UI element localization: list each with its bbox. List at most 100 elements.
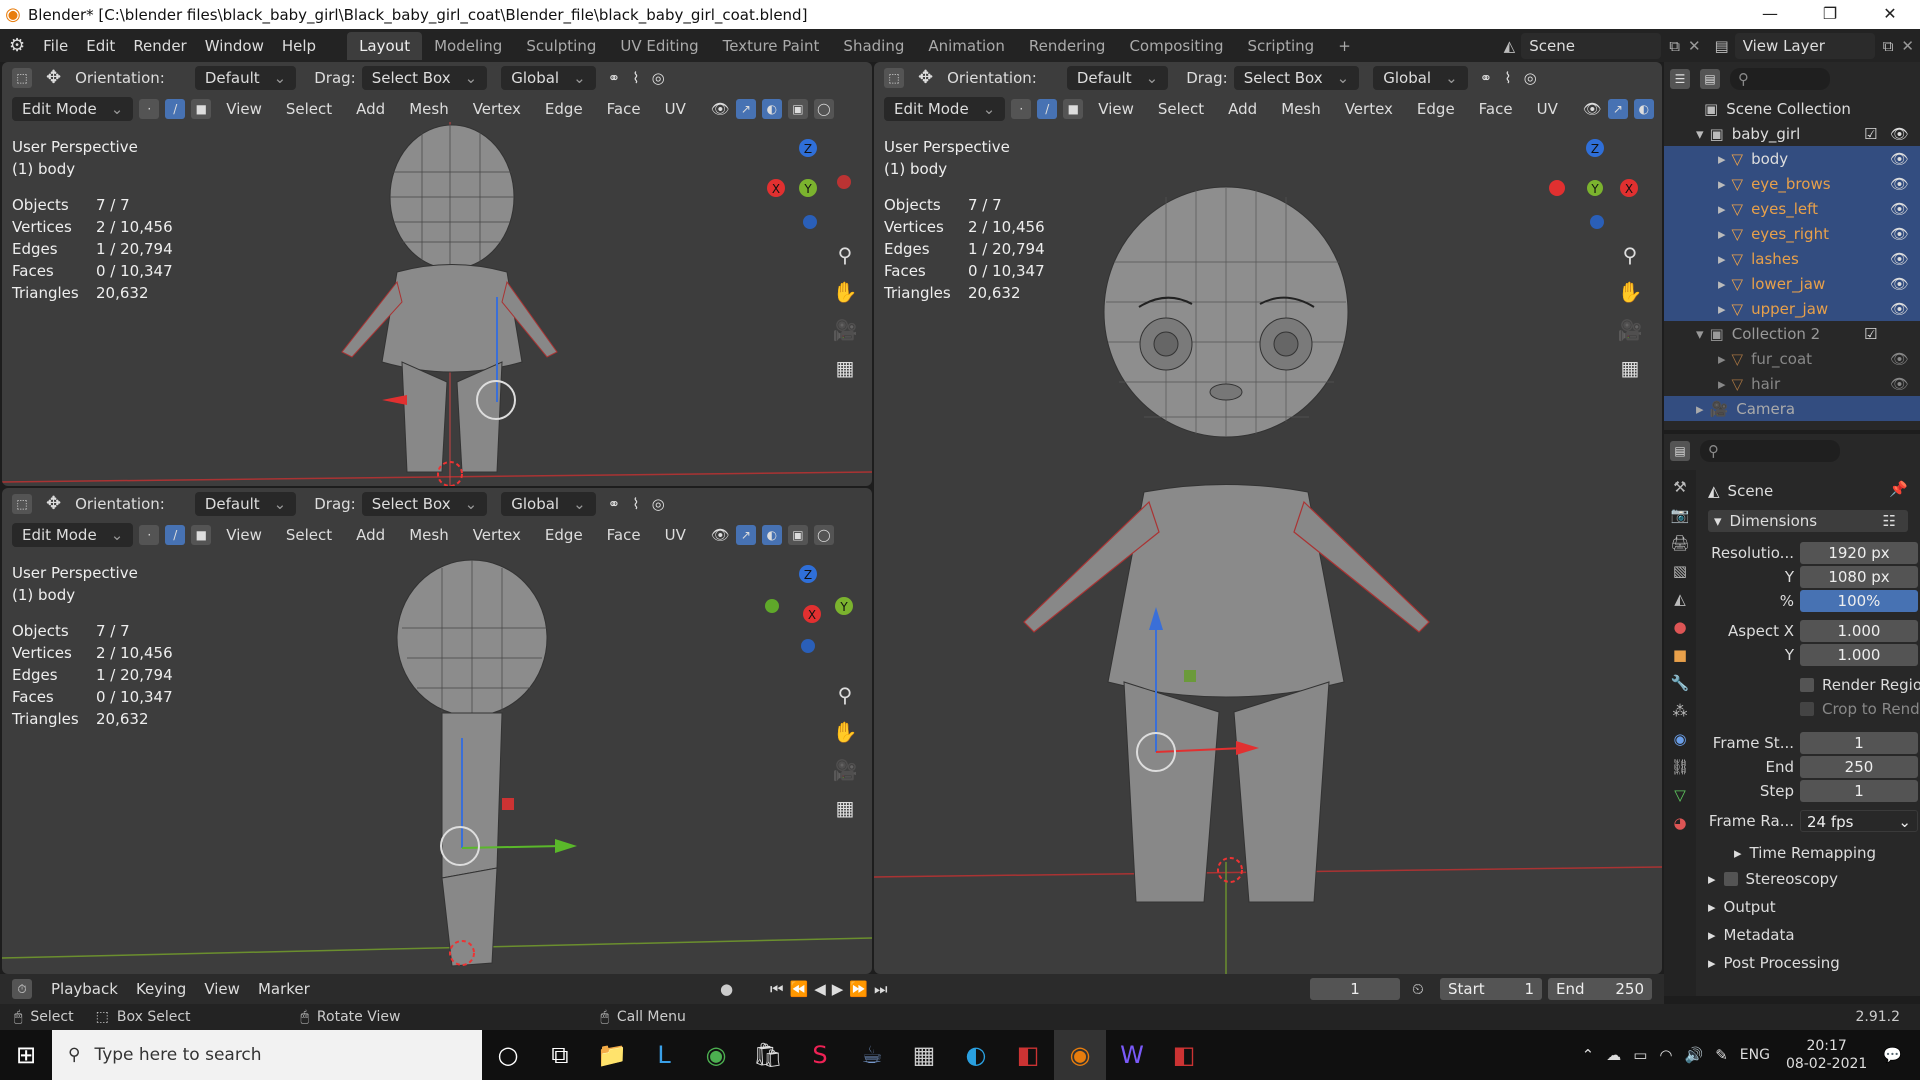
outliner-row-eye-brows[interactable]: ▸ ▽ eye_brows 👁 xyxy=(1664,171,1920,196)
properties-search-icon[interactable]: ⚲ xyxy=(1700,440,1840,462)
camera-view-icon[interactable]: 🎥 xyxy=(831,756,859,784)
outliner-row-collection-2[interactable]: ▾ ▣ Collection 2 ☑ xyxy=(1664,321,1920,346)
app-s-icon[interactable]: S xyxy=(794,1030,846,1080)
menu-edit[interactable]: Edit xyxy=(77,37,124,55)
menu-view[interactable]: View xyxy=(217,100,271,118)
disclosure-icon[interactable]: ▸ xyxy=(1718,200,1726,218)
disclosure-icon[interactable]: ▾ xyxy=(1696,325,1704,343)
xray-icon[interactable]: ▣ xyxy=(787,98,808,119)
checkbox-icon[interactable]: ☑ xyxy=(1864,325,1877,343)
tab-modeling[interactable]: Modeling xyxy=(422,32,514,60)
tab-layout[interactable]: Layout xyxy=(347,31,423,60)
zoom-icon[interactable]: ⚲ xyxy=(1616,241,1644,269)
timeline-keying-menu[interactable]: Keying xyxy=(127,980,195,998)
record-icon[interactable]: ● xyxy=(720,980,733,998)
menu-uv[interactable]: UV xyxy=(1528,100,1567,118)
menu-select[interactable]: Select xyxy=(277,526,341,544)
jump-start-icon[interactable]: ⏮ xyxy=(770,980,784,998)
windows-start-icon[interactable]: ⊞ xyxy=(0,1030,52,1080)
output-tab-icon[interactable]: 🖨 xyxy=(1670,534,1689,552)
store-icon[interactable]: 🛍 xyxy=(742,1030,794,1080)
constraints-tab-icon[interactable]: ⛓ xyxy=(1670,758,1689,776)
aspect-y-field[interactable]: 1.000 xyxy=(1800,644,1918,666)
frame-end-field[interactable]: 250 xyxy=(1800,756,1918,778)
ortho-grid-icon[interactable]: ▦ xyxy=(831,794,859,822)
wireframe-shading-icon[interactable]: ◯ xyxy=(813,98,834,119)
eye-icon[interactable]: 👁 xyxy=(1890,125,1909,143)
disclosure-icon[interactable]: ▸ xyxy=(1718,300,1726,318)
notifications-icon[interactable]: 💬 xyxy=(1883,1046,1902,1064)
resolution-y-field[interactable]: 1080 px xyxy=(1800,566,1918,588)
transform-orientation-dropdown[interactable]: Global ⌄ xyxy=(501,65,596,90)
aspect-x-field[interactable]: 1.000 xyxy=(1800,620,1918,642)
zoom-icon[interactable]: ⚲ xyxy=(831,241,859,269)
transform-orientation-dropdown[interactable]: Global ⌄ xyxy=(501,491,596,516)
menu-face[interactable]: Face xyxy=(1470,100,1522,118)
menu-uv[interactable]: UV xyxy=(656,526,695,544)
overlay-toggle-icon[interactable]: ◐ xyxy=(761,524,782,545)
start-frame-field[interactable]: Start 1 xyxy=(1440,978,1542,1000)
menu-vertex[interactable]: Vertex xyxy=(464,100,530,118)
outliner-editor-type-icon[interactable]: ☰ xyxy=(1670,69,1690,89)
navigation-gizmo[interactable]: Z Y X xyxy=(752,132,862,232)
outliner-row-body[interactable]: ▸ ▽ body 👁 xyxy=(1664,146,1920,171)
frame-rate-dropdown[interactable]: 24 fps ⌄ xyxy=(1800,810,1918,832)
vertex-select-icon[interactable]: · xyxy=(139,524,160,545)
eye-icon[interactable]: 👁 xyxy=(1890,150,1909,168)
timeline-playback-menu[interactable]: Playback xyxy=(42,980,127,998)
view-layer-icon[interactable]: ▤ xyxy=(1715,37,1729,55)
move-tool-icon[interactable]: ✥ xyxy=(46,67,61,88)
drag-dropdown[interactable]: Select Box ⌄ xyxy=(361,65,488,90)
pan-hand-icon[interactable]: ✋ xyxy=(831,718,859,746)
crop-checkbox[interactable]: Crop to Rend... xyxy=(1800,698,1920,720)
overlay-toggle-icon[interactable]: ◐ xyxy=(761,98,782,119)
outliner-row-hair[interactable]: ▸ ▽ hair 👁 xyxy=(1664,371,1920,396)
snap-icon[interactable]: ⌇ xyxy=(632,69,639,87)
view-layer-new-icon[interactable]: ⧉ xyxy=(1883,37,1894,55)
face-select-icon[interactable]: ■ xyxy=(191,98,212,119)
menu-face[interactable]: Face xyxy=(598,526,650,544)
taskbar-search-box[interactable]: ⚲ Type here to search xyxy=(52,1030,482,1080)
pivot-icon[interactable]: ⚭ xyxy=(1480,69,1493,87)
taskbar-clock[interactable]: 20:17 08-02-2021 xyxy=(1786,1037,1867,1073)
play-icon[interactable]: ▶ xyxy=(832,980,844,998)
blender-taskbar-icon[interactable]: ◉ xyxy=(1054,1030,1106,1080)
visibility-icon[interactable]: 👁 xyxy=(711,100,730,118)
vertex-select-icon[interactable]: · xyxy=(1011,98,1032,119)
blender-menu-icon[interactable]: ⚙ xyxy=(0,35,34,56)
menu-mesh[interactable]: Mesh xyxy=(400,100,458,118)
checkbox-icon[interactable] xyxy=(1723,872,1738,886)
app-red-icon[interactable]: ◧ xyxy=(1002,1030,1054,1080)
scene-icon[interactable]: ◭ xyxy=(1504,37,1516,55)
play-reverse-icon[interactable]: ◀ xyxy=(814,980,826,998)
eye-icon[interactable]: 👁 xyxy=(1890,175,1909,193)
disclosure-icon[interactable]: ▸ xyxy=(1718,250,1726,268)
pin-icon[interactable]: 📌 xyxy=(1889,480,1908,498)
timeline-editor-type-icon[interactable]: ⏱ xyxy=(12,979,32,999)
move-tool-icon[interactable]: ✥ xyxy=(46,493,61,514)
zoom-icon[interactable]: ⚲ xyxy=(831,681,859,709)
chrome-icon[interactable]: ◉ xyxy=(690,1030,742,1080)
file-explorer-icon[interactable]: 📁 xyxy=(586,1030,638,1080)
tool-tab-icon[interactable]: ⚒ xyxy=(1673,478,1686,496)
tray-chevron-icon[interactable]: ⌃ xyxy=(1582,1046,1595,1064)
pan-hand-icon[interactable]: ✋ xyxy=(831,278,859,306)
current-frame-field[interactable]: 1 xyxy=(1310,978,1400,1000)
disclosure-icon[interactable]: ▸ xyxy=(1718,275,1726,293)
frame-step-field[interactable]: 1 xyxy=(1800,780,1918,802)
menu-select[interactable]: Select xyxy=(277,100,341,118)
outliner-row-lashes[interactable]: ▸ ▽ lashes 👁 xyxy=(1664,246,1920,271)
pan-hand-icon[interactable]: ✋ xyxy=(1616,278,1644,306)
preset-list-icon[interactable]: ☷ xyxy=(1883,512,1896,530)
volume-icon[interactable]: 🔊 xyxy=(1685,1046,1704,1064)
menu-help[interactable]: Help xyxy=(273,37,325,55)
menu-add[interactable]: Add xyxy=(1219,100,1266,118)
eye-icon[interactable]: 👁 xyxy=(1890,350,1909,368)
eye-icon[interactable]: 👁 xyxy=(1890,225,1909,243)
outliner-row-fur-coat[interactable]: ▸ ▽ fur_coat 👁 xyxy=(1664,346,1920,371)
outliner-row-upper-jaw[interactable]: ▸ ▽ upper_jaw 👁 xyxy=(1664,296,1920,321)
ortho-grid-icon[interactable]: ▦ xyxy=(1616,354,1644,382)
render-tab-icon[interactable]: 📷 xyxy=(1671,506,1690,524)
jump-keyframe-forward-icon[interactable]: ⏩ xyxy=(849,980,868,998)
edge-select-icon[interactable]: / xyxy=(165,524,186,545)
